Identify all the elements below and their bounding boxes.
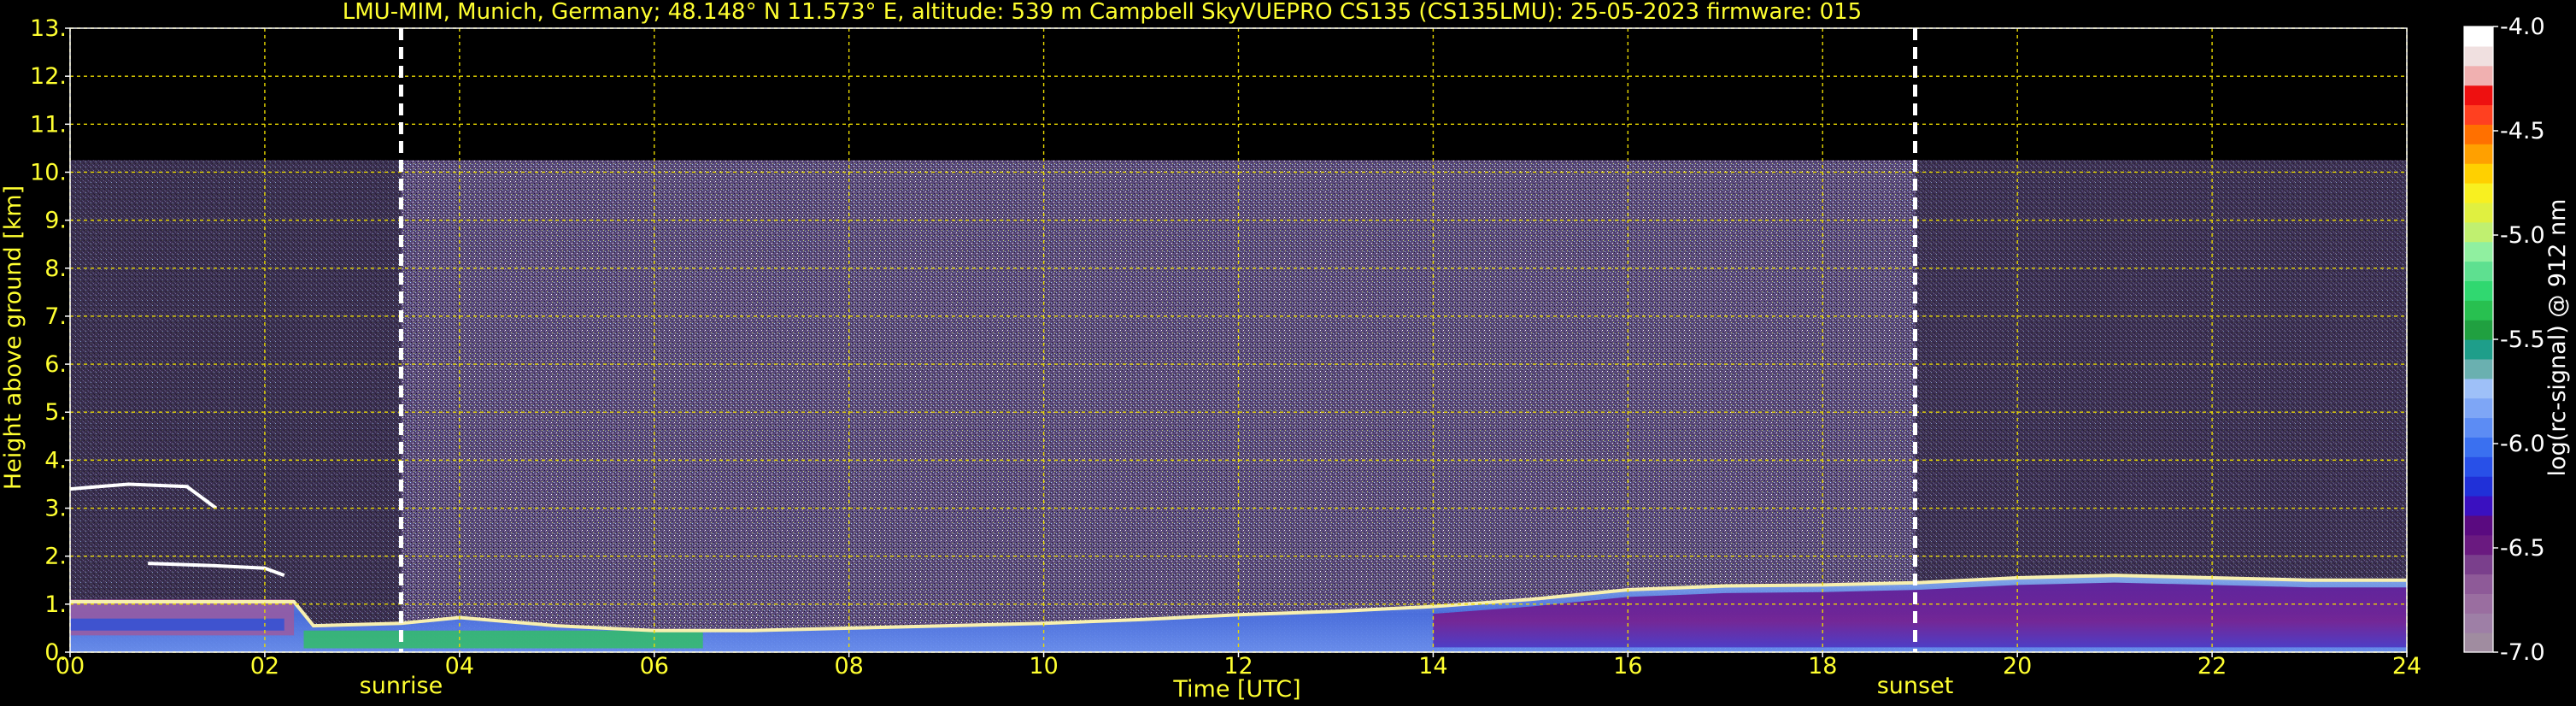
colorbar-segment — [2464, 534, 2493, 556]
y-tick-label: 4. — [44, 447, 67, 474]
colorbar-segment — [2464, 65, 2493, 86]
y-tick-label: 7. — [44, 303, 67, 330]
colorbar-segment — [2464, 202, 2493, 223]
y-tick-label: 13. — [30, 15, 67, 42]
colorbar-segment — [2464, 613, 2493, 633]
y-tick-label: 0. — [44, 639, 67, 666]
colorbar-label: log(rc-signal) @ 912 nm — [2544, 199, 2571, 477]
x-tick-label: 14 — [1418, 653, 1447, 680]
colorbar-segment — [2464, 26, 2493, 47]
colorbar-tick-label: -6.5 — [2500, 535, 2545, 562]
y-tick-label: 1. — [44, 591, 67, 618]
colorbar-tick-label: -4.5 — [2500, 118, 2545, 144]
colorbar-segment — [2464, 163, 2493, 184]
y-tick-label: 9. — [44, 208, 67, 234]
colorbar: -4.0 -4.5 -5.0 -5.5 -6.0 -6.5 -7.0 — [2463, 14, 2545, 666]
colorbar-segment — [2464, 397, 2493, 419]
x-tick-label: 20 — [2003, 653, 2032, 680]
y-tick-label: 8. — [44, 256, 67, 282]
colorbar-segment — [2464, 124, 2493, 144]
y-axis-label: Height above ground [km] — [0, 185, 26, 490]
colorbar-segment — [2464, 574, 2493, 594]
colorbar-segment — [2464, 632, 2493, 653]
colorbar-segment — [2464, 554, 2493, 575]
colorbar-segment — [2464, 456, 2493, 477]
x-tick-label: 06 — [640, 653, 669, 680]
colorbar-segment — [2464, 241, 2493, 262]
colorbar-tick-label: -4.0 — [2500, 14, 2545, 40]
x-tick-label: 10 — [1029, 653, 1058, 680]
y-tick-label: 6. — [44, 351, 67, 378]
colorbar-tick-label: -5.5 — [2500, 327, 2545, 353]
x-tick-label: 02 — [250, 653, 279, 680]
colorbar-segment — [2464, 144, 2493, 164]
x-tick-label: 08 — [834, 653, 863, 680]
x-tick-label: 22 — [2198, 653, 2227, 680]
marker-label: sunrise — [360, 673, 443, 699]
colorbar-tick-label: -7.0 — [2500, 639, 2545, 666]
colorbar-segment — [2464, 45, 2493, 67]
ceilometer-chart: sunrise sunset 00 02 04 06 08 10 12 14 16 18 20 22 24… — [0, 0, 2571, 703]
colorbar-segment — [2464, 320, 2493, 340]
green-band — [303, 630, 703, 649]
y-tick-label: 12. — [30, 63, 67, 90]
colorbar-segment — [2464, 183, 2493, 203]
colorbar-segment — [2464, 378, 2493, 399]
x-axis-label: Time [UTC] — [1172, 676, 1300, 703]
colorbar-tick-label: -6.0 — [2500, 431, 2545, 457]
colorbar-segment — [2464, 221, 2493, 243]
colorbar-segment — [2464, 437, 2493, 457]
night-noise-morning — [70, 160, 402, 652]
y-tick-label: 2. — [44, 544, 67, 570]
colorbar-segment — [2464, 417, 2493, 438]
blue-band-morning — [70, 618, 285, 631]
colorbar-segment — [2464, 280, 2493, 301]
colorbar-segment — [2464, 300, 2493, 321]
colorbar-segment — [2464, 515, 2493, 536]
colorbar-segment — [2464, 476, 2493, 497]
colorbar-segment — [2464, 104, 2493, 125]
colorbar-segment — [2464, 593, 2493, 614]
x-tick-label: 18 — [1808, 653, 1837, 680]
colorbar-segment — [2464, 85, 2493, 106]
y-tick-label: 3. — [44, 496, 67, 522]
colorbar-segment — [2464, 358, 2493, 379]
chart-title: LMU-MIM, Munich, Germany; 48.148° N 11.5… — [343, 0, 1862, 25]
y-tick-label: 11. — [30, 111, 67, 138]
y-tick-label: 5. — [44, 399, 67, 426]
colorbar-segment — [2464, 261, 2493, 281]
y-tick-label: 10. — [30, 159, 67, 185]
x-tick-label: 04 — [445, 653, 474, 680]
colorbar-segment — [2464, 496, 2493, 516]
colorbar-tick-label: -5.0 — [2500, 222, 2545, 249]
marker-label: sunset — [1877, 673, 1954, 699]
colorbar-segment — [2464, 339, 2493, 360]
x-tick-label: 24 — [2392, 653, 2421, 680]
x-tick-label: 16 — [1613, 653, 1642, 680]
